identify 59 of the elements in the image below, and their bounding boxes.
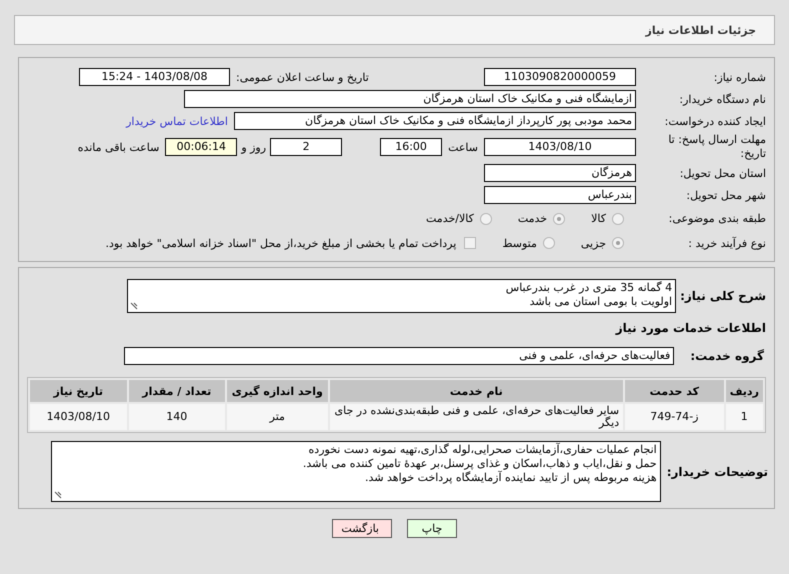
field-label: شهر محل تحویل: [685,188,767,202]
need-number-field[interactable]: 1103090820000059 [484,68,636,86]
service-group-field[interactable]: فعالیت‌های حرفه‌ای، علمی و فنی [124,347,674,365]
radio-label: کالا [591,212,606,225]
radio-button[interactable] [480,212,492,224]
field-label: روز و [241,140,266,154]
column-header: نام خدمت [330,380,624,402]
page-title: جزئیات اطلاعات نیاز [646,24,756,36]
table-cell: متر [227,404,328,430]
field-label: ایجاد کننده درخواست: [664,114,767,128]
city-field[interactable]: بندرعباس [484,186,636,204]
field-label: نام دستگاه خریدار: [678,92,767,106]
radio-label: خدمت [518,212,548,225]
buyer-contact-link[interactable]: اطلاعات تماس خریدار [126,114,228,128]
remaining-time-field[interactable]: 00:06:14 [165,138,238,156]
table-cell: سایر فعالیت‌های حرفه‌ای، علمی و فنی طبقه‌بندی‌نشده در جای دیگر [330,404,624,430]
checkbox-label: پرداخت تمام یا بخشی از مبلغ خرید،از محل "اسناد خزانه اسلامی" خواهد بود. [106,236,456,250]
radio-button[interactable] [612,237,624,249]
table-cell: 1403/08/10 [30,404,127,430]
field-label: توضیحات خریدار: [666,464,769,478]
summary-field[interactable]: 4 گمانه 35 متری در غرب بندرعباس اولویت با بومی استان می باشد [127,279,676,313]
field-label: طبقه بندی موضوعی: [668,212,767,225]
resize-grip-icon [54,491,62,499]
radio-button[interactable] [542,237,555,249]
radio-label: کالا/خدمت [426,212,474,225]
field-label: مهلت ارسال پاسخ: تا تاریخ: [667,133,767,161]
column-header: تعداد / مقدار [128,380,226,402]
field-label: استان محل تحویل: [678,166,767,180]
radio-label: جزیی [580,236,606,250]
column-header: واحد اندازه گیری [227,380,328,402]
field-label: تاریخ و ساعت اعلان عمومی: [235,70,370,84]
buyer-field[interactable]: ازمایشگاه فنی و مکانیک خاک استان هرمزگان [184,90,636,108]
back-button[interactable]: بازگشت [332,519,392,538]
field-label: گروه خدمت: [690,349,765,363]
radio-label: متوسط [502,236,537,250]
deadline-date-field[interactable]: 1403/08/10 [484,138,636,156]
field-label: ساعت باقی مانده [78,140,160,154]
checkbox[interactable] [464,237,476,249]
section-title: اطلاعات خدمات مورد نیاز [616,321,767,335]
deadline-time-field[interactable]: 16:00 [380,138,442,156]
radio-button[interactable] [553,212,566,224]
print-button[interactable]: چاپ [407,519,457,538]
radio-button[interactable] [612,212,624,224]
announce-date-field[interactable]: 1403/08/08 - 15:24 [79,68,230,86]
table-cell: ز-74-749 [625,404,724,430]
field-label: نوع فرآیند خرید : [687,236,767,250]
column-header: تاریخ نیاز [30,380,127,402]
days-field[interactable]: 2 [270,138,342,156]
field-label: ساعت [448,140,478,154]
table-cell: 140 [128,404,226,430]
field-label: شماره نیاز: [712,70,767,84]
notes-field[interactable]: انجام عملیات حفاری،آزمایشات صحرایی،لوله گذاری،تهیه نمونه دست نخورده حمل و نقل،ایاب و ذهاب،اسکان و غذای پرسنل،بر عهدهٔ تامین کننده می باشد. هزینه مربوطه پس از تایید نماینده آزمایشگاه پرداخت خواهد شد. [50,441,661,502]
column-header: ردیف [726,380,763,402]
creator-field[interactable]: محمد مودبی پور کارپرداز ازمایشگاه فنی و مکانیک خاک استان هرمزگان [234,112,636,130]
column-header: کد حدمت [625,380,724,402]
field-label: شرح کلی نیاز: [680,289,767,303]
table-cell: 1 [726,404,763,430]
resize-grip-icon [130,302,138,310]
province-field[interactable]: هرمزگان [484,164,636,182]
